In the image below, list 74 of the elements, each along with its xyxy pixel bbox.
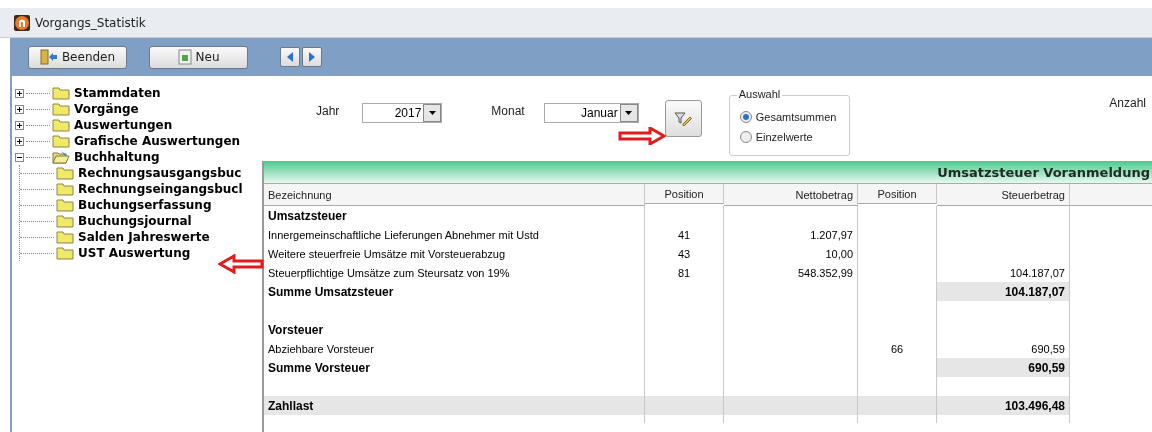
table-cell: 104.187,07 [937,282,1070,301]
folder-icon [52,118,70,132]
folder-icon [56,166,74,180]
table-cell: Vorsteuer [264,320,645,339]
table-cell: Summe Vorsteuer [264,358,645,377]
month-dropdown[interactable]: Januar [543,103,639,123]
radio-option[interactable]: Einzelwerte [739,131,813,143]
folder-icon [56,214,74,228]
tree-item[interactable]: Auswertungen [12,117,262,133]
month-label: Monat [491,104,525,118]
caret-icon [625,111,633,115]
folder-icon [56,246,74,260]
app-icon [14,14,30,31]
table-cell: 103.496,48 [937,396,1070,415]
folder-icon [56,182,74,196]
folder-icon [56,230,74,244]
expand-icon[interactable] [15,104,24,114]
report-title: Umsatzsteuer Voranmeldung [264,161,1152,184]
column-header[interactable]: Position [645,184,724,204]
year-dropdown[interactable]: 2017 [362,103,443,123]
previous-button[interactable] [280,47,300,67]
table-cell: 10,00 [724,244,858,263]
open-folder-icon [52,150,70,164]
group-title: Auswahl [736,88,783,100]
filter-icon [674,110,693,127]
tree-item[interactable]: Buchhaltung [12,149,262,165]
next-button[interactable] [302,47,322,67]
left-arrow-icon [286,51,294,63]
tree-item[interactable]: Buchungserfassung [20,197,262,213]
folder-icon [52,86,70,100]
table-cell: Umsatzsteuer [264,206,645,225]
tree-item[interactable]: Vorgänge [12,101,262,117]
folder-icon [56,198,74,212]
annotation-arrow [218,254,264,274]
table-cell: 43 [645,244,724,263]
year-label: Jahr [316,104,340,118]
tree-item[interactable]: Rechnungsausgangsbuc [20,165,262,181]
expand-icon[interactable] [15,88,24,98]
expand-icon[interactable] [15,136,24,146]
expand-icon[interactable] [15,120,24,130]
table-cell: 548.352,99 [724,263,858,282]
table-cell: Innergemeinschaftliche Lieferungen Abnehmer mit Ustd [264,225,645,244]
column-header[interactable]: Nettobetrag [724,184,858,206]
tree-item[interactable]: Buchungsjournal [20,213,262,229]
radio-option[interactable]: Gesamtsummen [739,111,837,123]
column-header[interactable]: Steuerbetrag [937,184,1070,206]
document-icon [177,49,192,65]
column-header[interactable]: Bezeichnung [264,184,645,206]
filter-button[interactable] [664,100,702,137]
column-header[interactable]: Position [858,184,937,204]
caret-icon [428,111,436,115]
count-label: Anzahl [1109,96,1147,110]
tree-item[interactable]: Stammdaten [12,85,262,101]
exit-button[interactable]: Beenden [28,45,127,69]
table-cell: Summe Umsatzsteuer [264,282,645,301]
table-cell: 690,59 [937,358,1070,377]
table-cell: 66 [858,339,937,358]
tree-item[interactable]: UST Auswertung [20,245,262,261]
table-cell: Zahllast [264,396,645,415]
table-cell: 81 [645,263,724,282]
right-arrow-icon [308,51,316,63]
new-button[interactable]: Neu [149,45,248,69]
window-title: Vorgangs_Statistik [35,15,146,30]
table-cell: 1.207,97 [724,225,858,244]
collapse-icon[interactable] [15,152,24,162]
exit-icon [39,49,58,65]
folder-icon [52,102,70,116]
tree-item[interactable]: Grafische Auswertungen [12,133,262,149]
folder-icon [52,134,70,148]
tree-item[interactable]: Salden Jahreswerte [20,229,262,245]
annotation-arrow [618,127,666,145]
tree-item[interactable]: Rechnungseingangsbucl [20,181,262,197]
table-cell: 41 [645,225,724,244]
table-cell: Abziehbare Vorsteuer [264,339,645,358]
